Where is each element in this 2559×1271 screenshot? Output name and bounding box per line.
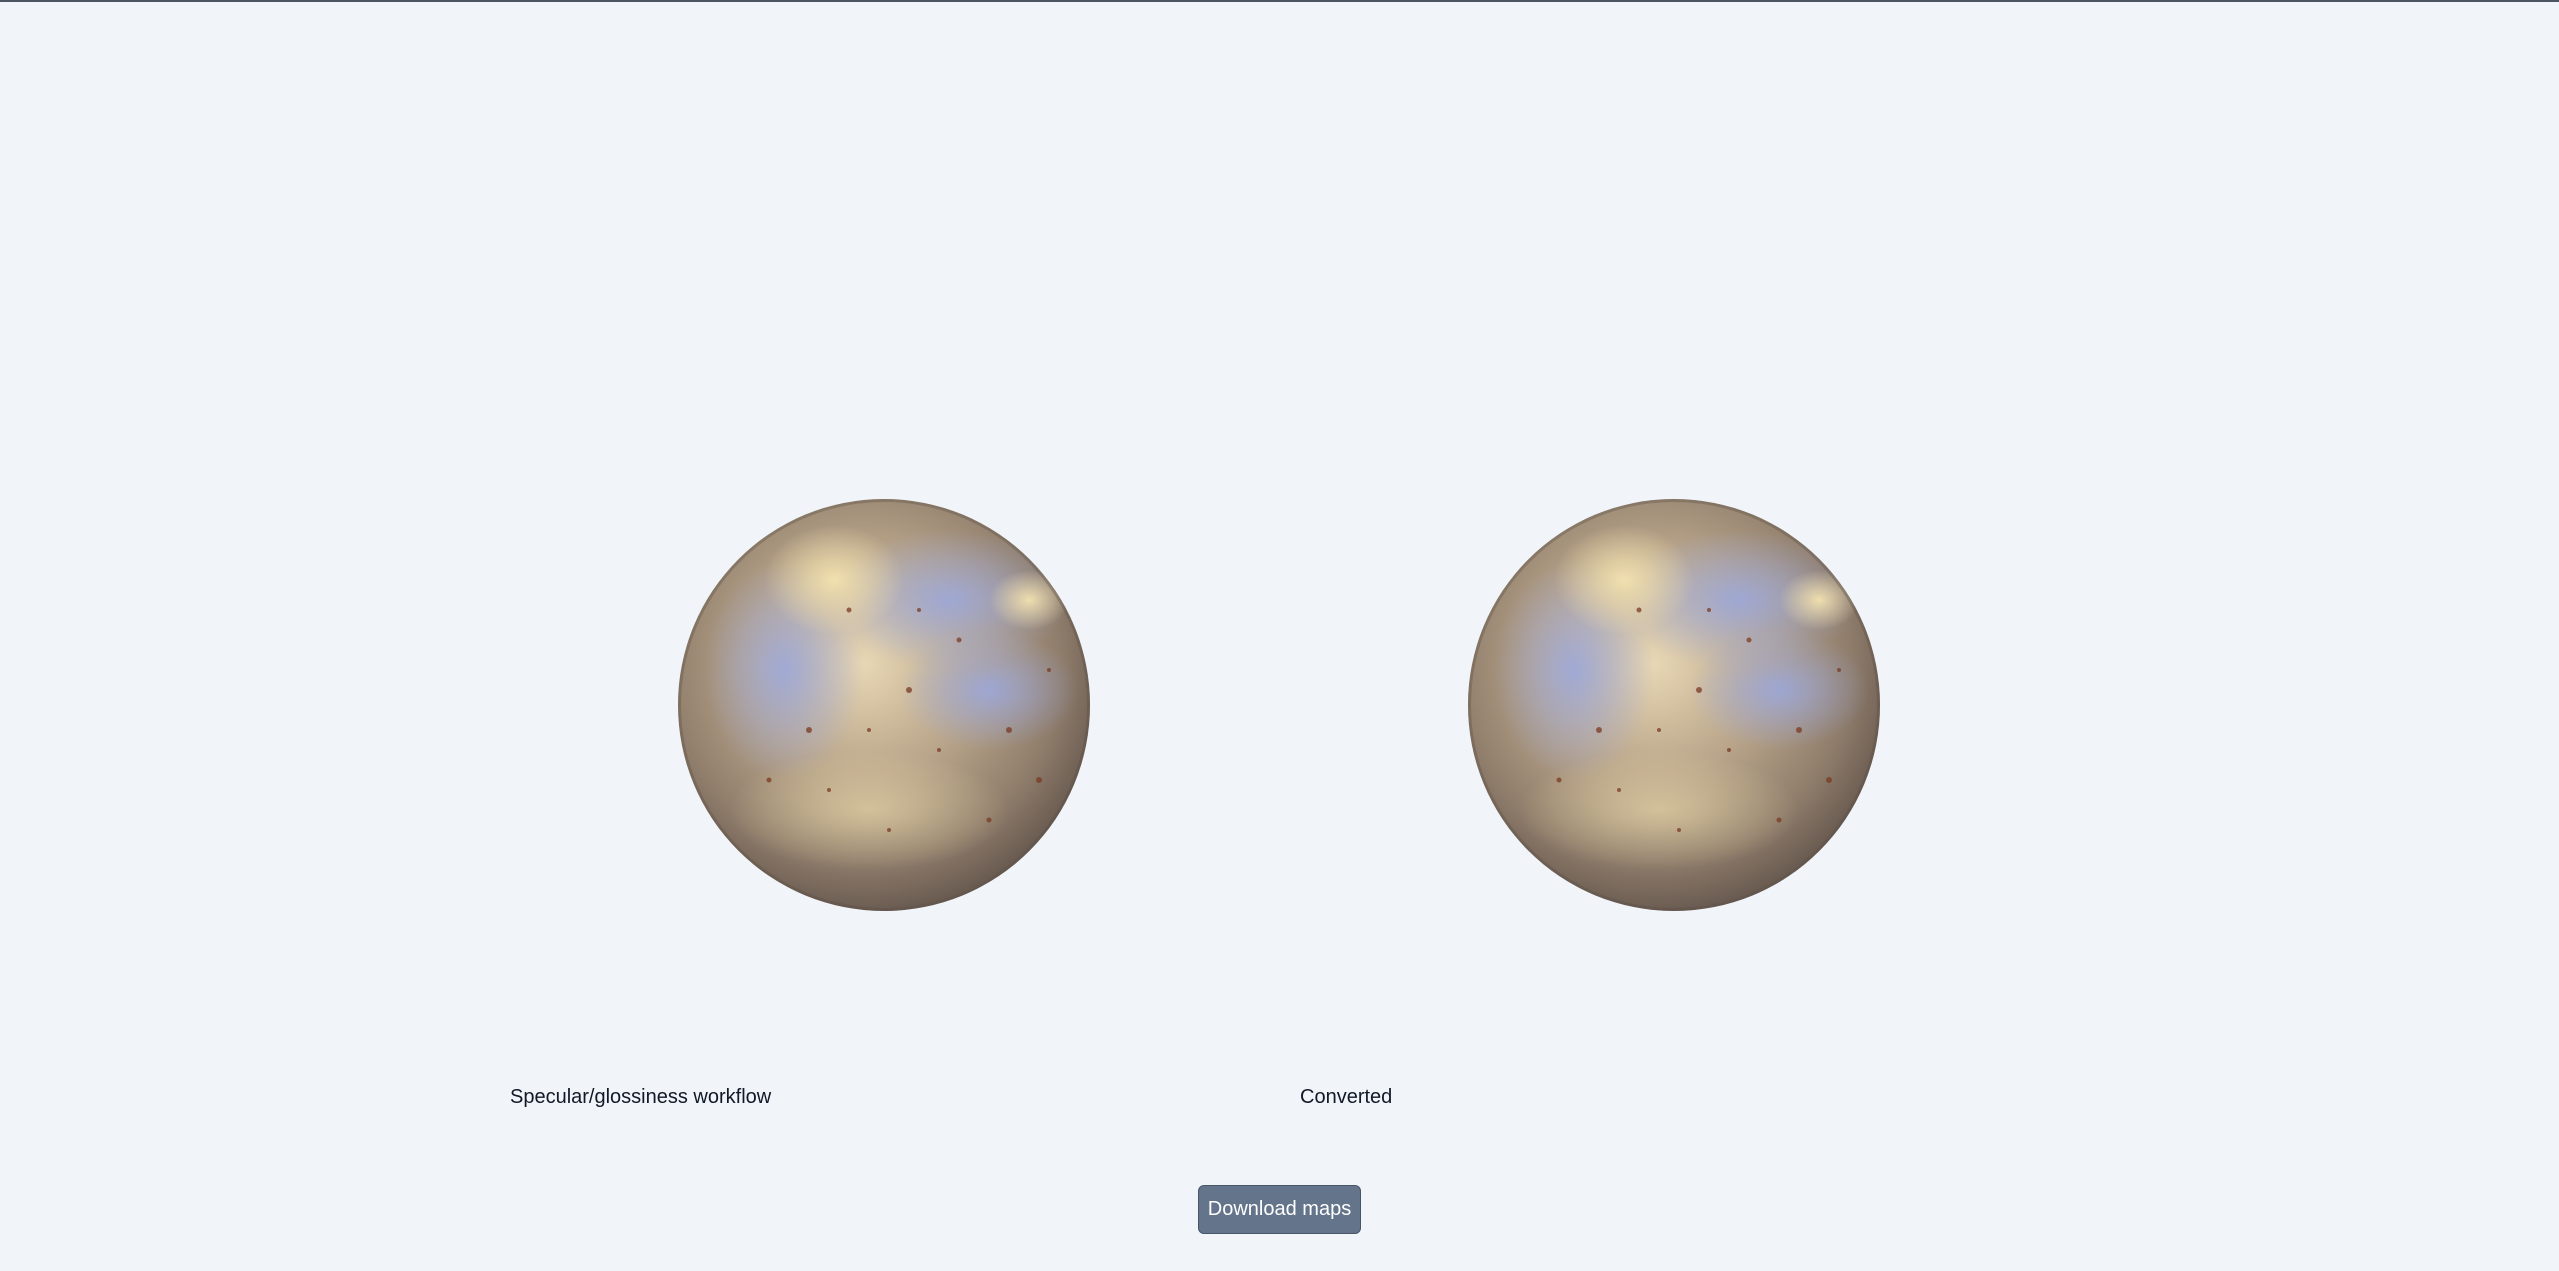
spec-gloss-label: Specular/glossiness workflow [510, 1086, 772, 1108]
converted-sphere [1468, 499, 1880, 911]
converted-viewport[interactable] [1279, 310, 2069, 1100]
spec-gloss-sphere [678, 499, 1090, 911]
spec-gloss-viewport[interactable] [489, 310, 1279, 1100]
window-top-border [0, 0, 2559, 2]
converted-label: Converted [1300, 1086, 1393, 1108]
download-maps-button[interactable]: Download maps [1198, 1185, 1361, 1234]
